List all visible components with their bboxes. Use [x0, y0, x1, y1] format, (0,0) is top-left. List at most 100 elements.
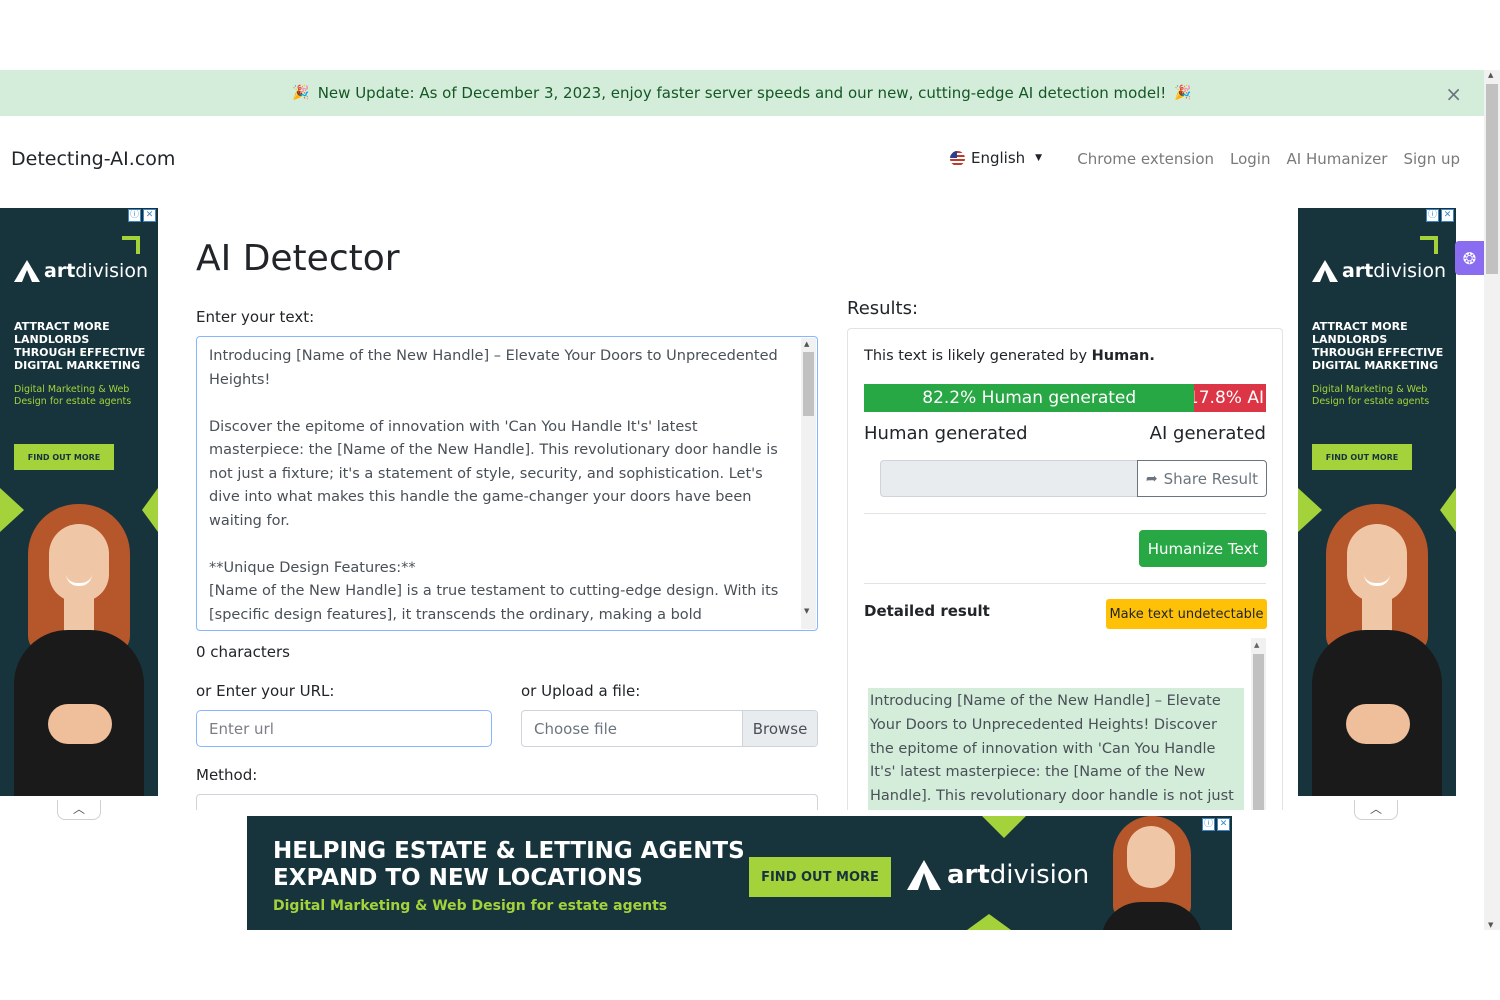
ad-headline: ATTRACT MORE LANDLORDS THROUGH EFFECTIVE… — [14, 320, 146, 372]
bottom-ad-find-out-more-button[interactable]: FIND OUT MORE — [749, 857, 891, 897]
banner-close-icon[interactable]: × — [1445, 82, 1462, 106]
nav-links: Chrome extension Login AI Humanizer Sign… — [1077, 150, 1460, 168]
ad-logo: artdivision — [14, 260, 148, 282]
ad-close-icon[interactable]: ✕ — [1441, 209, 1454, 222]
party-popper-icon: 🎉 — [1174, 85, 1192, 101]
ad-subline: Digital Marketing & Web Design for estat… — [1312, 384, 1430, 407]
detailed-result-box: Introducing [Name of the New Handle] – E… — [864, 638, 1250, 810]
browse-button[interactable]: Browse — [742, 711, 817, 746]
humanize-text-button[interactable]: Humanize Text — [1139, 530, 1267, 567]
language-dropdown[interactable]: English ▼ — [950, 149, 1042, 167]
nav-ai-humanizer[interactable]: AI Humanizer — [1286, 150, 1387, 168]
ad-logo-prefix: art — [947, 860, 990, 890]
detailed-result-heading: Detailed result — [864, 602, 990, 620]
divider — [864, 583, 1266, 584]
ad-info-icon[interactable]: ⓘ — [1202, 818, 1215, 831]
text-input-area[interactable]: Introducing [Name of the New Handle] – E… — [196, 336, 818, 631]
update-banner: 🎉 New Update: As of December 3, 2023, en… — [0, 70, 1484, 116]
left-side-ad[interactable]: ⓘ ✕ artdivision ATTRACT MORE LANDLORDS T… — [0, 208, 158, 796]
bottom-ad-logo: artdivision — [907, 860, 1089, 890]
ad-person-image — [8, 504, 150, 796]
ai-score-segment: 17.8% AI — [1194, 384, 1266, 412]
share-result-button[interactable]: ➦ Share Result — [1137, 460, 1267, 497]
file-name-placeholder: Choose file — [534, 719, 617, 738]
caret-down-icon: ▼ — [1035, 153, 1043, 163]
share-arrow-icon: ➦ — [1145, 470, 1158, 487]
ad-find-out-more-button[interactable]: FIND OUT MORE — [1312, 444, 1412, 470]
ad-triangle-decoration — [982, 816, 1026, 838]
scroll-down-arrow-icon[interactable]: ▼ — [804, 607, 809, 615]
ad-collapse-chevron-up-icon[interactable]: ︿ — [1354, 800, 1398, 820]
right-side-ad[interactable]: ⓘ ✕ artdivision ATTRACT MORE LANDLORDS T… — [1298, 208, 1456, 796]
ad-info-icon[interactable]: ⓘ — [1426, 209, 1439, 222]
method-select[interactable] — [196, 794, 818, 810]
ad-close-icon[interactable]: ✕ — [143, 209, 156, 222]
ad-corner-decoration — [1420, 236, 1438, 254]
ad-subline: Digital Marketing & Web Design for estat… — [14, 384, 132, 407]
ad-person-image — [1306, 504, 1448, 796]
human-score-segment: 82.2% Human generated — [864, 384, 1195, 412]
scrollbar-thumb[interactable] — [803, 352, 814, 416]
bottom-banner-ad[interactable]: HELPING ESTATE & LETTING AGENTS EXPAND T… — [247, 816, 1232, 930]
scroll-up-arrow-icon[interactable]: ▲ — [1488, 71, 1493, 79]
detail-scrollbar[interactable]: ▲ — [1251, 638, 1266, 810]
artdivision-logo-icon — [14, 260, 40, 282]
nav-sign-up[interactable]: Sign up — [1403, 150, 1460, 168]
likely-generated-text: This text is likely generated by Human. — [864, 348, 1155, 364]
ad-logo: artdivision — [1312, 260, 1446, 282]
scroll-up-arrow-icon[interactable]: ▲ — [804, 340, 809, 348]
bottom-ad-headline: HELPING ESTATE & LETTING AGENTS EXPAND T… — [273, 838, 745, 892]
ad-headline: ATTRACT MORE LANDLORDS THROUGH EFFECTIVE… — [1312, 320, 1444, 372]
file-upload-input[interactable]: Choose file Browse — [521, 710, 818, 747]
ad-logo-suffix: division — [75, 260, 148, 282]
score-bar: 82.2% Human generated 17.8% AI — [864, 384, 1266, 412]
ai-generated-label: AI generated — [1149, 423, 1266, 444]
artdivision-logo-icon — [907, 860, 941, 890]
bottom-ad-subline: Digital Marketing & Web Design for estat… — [273, 898, 668, 914]
text-input-label: Enter your text: — [196, 308, 315, 326]
ad-logo-suffix: division — [1373, 260, 1446, 282]
ad-choices: ⓘ ✕ — [1426, 209, 1454, 222]
file-upload-label: or Upload a file: — [521, 682, 641, 700]
make-undetectable-button[interactable]: Make text undetectable — [1106, 599, 1267, 629]
method-label: Method: — [196, 766, 258, 784]
ad-person-image — [1097, 816, 1207, 930]
highlighted-human-text: Introducing [Name of the New Handle] – E… — [868, 688, 1244, 810]
banner-message: New Update: As of December 3, 2023, enjo… — [317, 84, 1167, 102]
share-link-field[interactable] — [880, 460, 1137, 497]
page-scrollbar[interactable]: ▲ ▼ — [1484, 70, 1500, 930]
textarea-scrollbar[interactable]: ▲ ▼ — [801, 338, 816, 629]
artdivision-logo-icon — [1312, 260, 1338, 282]
ad-logo-prefix: art — [44, 260, 76, 282]
url-input[interactable]: Enter url — [196, 710, 492, 747]
ad-choices: ⓘ ✕ — [128, 209, 156, 222]
ad-info-icon[interactable]: ⓘ — [128, 209, 141, 222]
nav-chrome-extension[interactable]: Chrome extension — [1077, 150, 1214, 168]
scrollbar-thumb[interactable] — [1486, 84, 1498, 274]
ad-triangle-decoration — [967, 914, 1011, 930]
ad-find-out-more-button[interactable]: FIND OUT MORE — [14, 444, 114, 470]
divider — [864, 513, 1266, 514]
language-label: English — [971, 149, 1026, 167]
ad-close-icon[interactable]: ✕ — [1217, 818, 1230, 831]
scrollbar-thumb[interactable] — [1253, 654, 1264, 810]
score-bar-legend: Human generated AI generated — [864, 423, 1266, 444]
character-count: 0 characters — [196, 643, 290, 661]
brain-widget-icon[interactable]: ❂ — [1455, 241, 1484, 275]
human-generated-label: Human generated — [864, 423, 1028, 444]
likely-prefix: This text is likely generated by — [864, 348, 1092, 364]
results-title: Results: — [847, 298, 919, 319]
nav-login[interactable]: Login — [1230, 150, 1270, 168]
bottom-ad-headline-line-2: EXPAND TO NEW LOCATIONS — [273, 865, 643, 891]
scroll-up-arrow-icon[interactable]: ▲ — [1254, 641, 1259, 649]
ad-choices: ⓘ ✕ — [1202, 818, 1230, 831]
ad-collapse-chevron-up-icon[interactable]: ︿ — [57, 800, 101, 820]
page-title: AI Detector — [196, 238, 400, 279]
us-flag-icon — [950, 150, 965, 166]
share-result-label: Share Result — [1163, 469, 1259, 488]
party-popper-icon: 🎉 — [292, 85, 310, 101]
site-brand[interactable]: Detecting-AI.com — [11, 148, 175, 170]
likely-verdict: Human. — [1091, 348, 1155, 364]
url-label: or Enter your URL: — [196, 682, 335, 700]
scroll-down-arrow-icon[interactable]: ▼ — [1488, 921, 1493, 929]
